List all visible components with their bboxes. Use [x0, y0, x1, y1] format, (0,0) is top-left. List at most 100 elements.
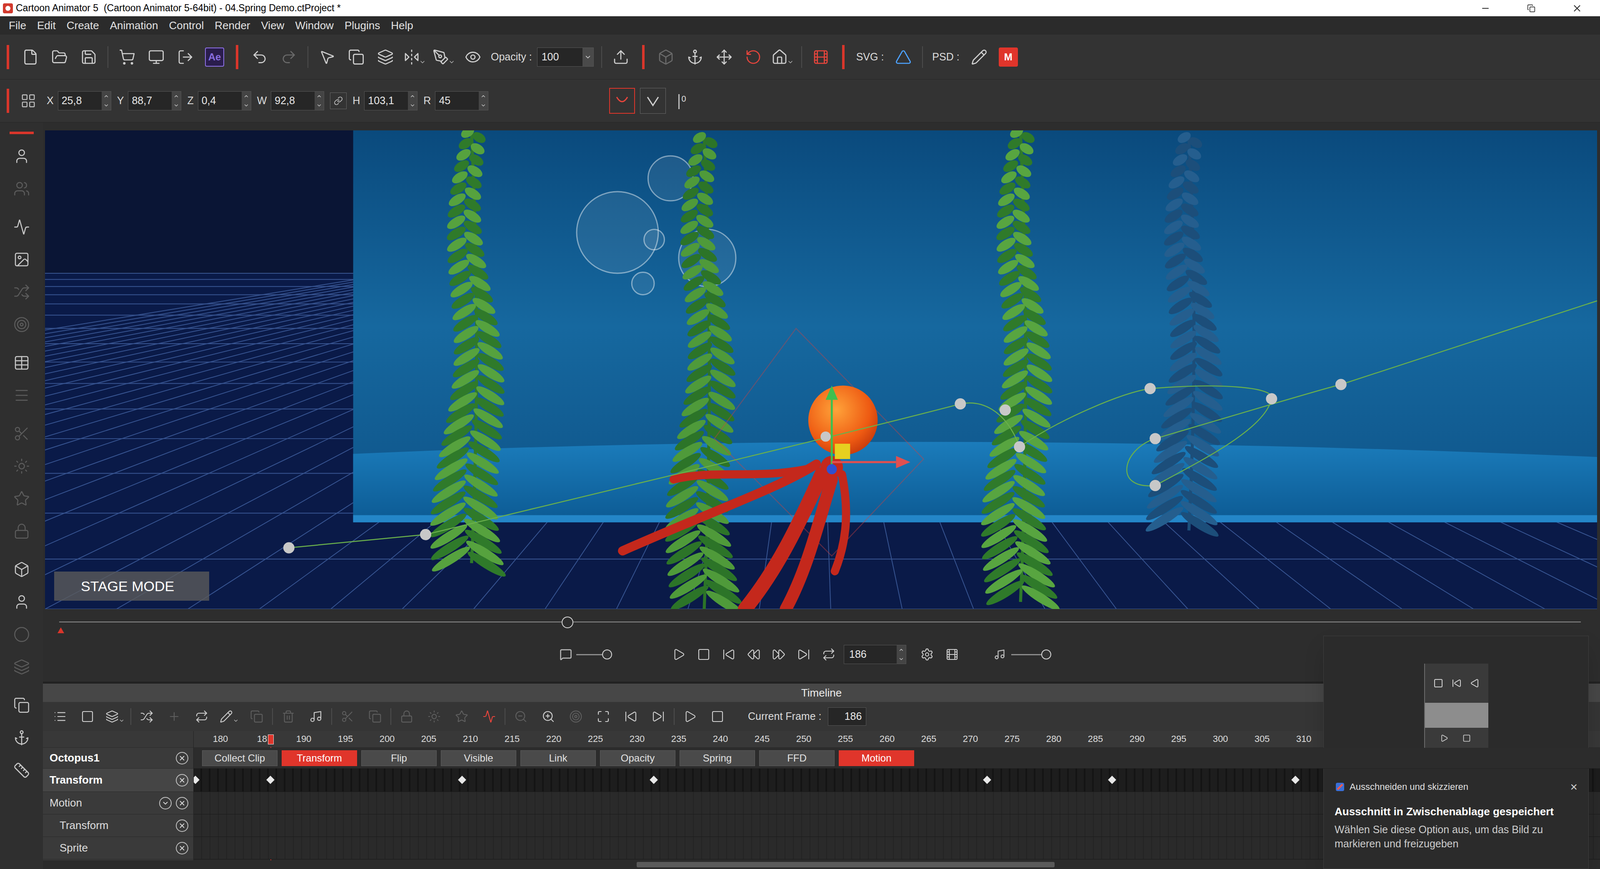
spinner[interactable]: [314, 91, 324, 110]
toolbar-button[interactable]: [964, 40, 994, 74]
menu-item[interactable]: View: [255, 17, 290, 34]
toolbar-button[interactable]: [400, 40, 430, 74]
timeline-tool-button[interactable]: [46, 704, 74, 730]
toolbar-button[interactable]: [15, 40, 45, 74]
transform-field[interactable]: W92,8: [257, 91, 325, 111]
left-tool-button[interactable]: [5, 417, 38, 450]
track-label[interactable]: Transform: [42, 814, 194, 838]
scrub-bar[interactable]: [42, 609, 1600, 636]
left-tool-button[interactable]: [5, 275, 38, 309]
scrub-knob[interactable]: [561, 616, 574, 629]
left-tool-button[interactable]: [5, 515, 38, 548]
timeline-tool-button[interactable]: [534, 704, 563, 730]
playback-button[interactable]: [791, 642, 817, 668]
keyframe[interactable]: [649, 775, 658, 785]
timeline-tool-button[interactable]: [617, 704, 645, 730]
toolbar-button[interactable]: [245, 40, 275, 74]
spinner[interactable]: [171, 91, 181, 110]
timeline-tool-button[interactable]: [132, 704, 161, 730]
timeline-tool-button[interactable]: [242, 704, 271, 730]
playback-button[interactable]: [666, 642, 692, 668]
transform-field[interactable]: X25,8: [46, 91, 112, 111]
ease-out-button[interactable]: [640, 87, 666, 114]
track-button[interactable]: [175, 752, 189, 765]
toolbar-button[interactable]: [170, 40, 200, 74]
stage-canvas[interactable]: [45, 130, 1598, 610]
playback-button[interactable]: [691, 642, 717, 668]
left-tool-button[interactable]: [5, 140, 38, 173]
octopus[interactable]: [622, 385, 878, 610]
left-tool-button[interactable]: [5, 585, 38, 619]
timeline-tool-button[interactable]: [333, 704, 362, 730]
snip-thumbnail[interactable]: [1424, 663, 1489, 749]
left-tool-button[interactable]: [5, 243, 38, 276]
track-label[interactable]: Motion: [42, 792, 194, 815]
spinner[interactable]: [478, 91, 488, 110]
spinner[interactable]: [241, 91, 251, 110]
timeline-tool-button[interactable]: [215, 704, 243, 730]
keyframe[interactable]: [1291, 775, 1300, 785]
timeline-tool-button[interactable]: [703, 704, 732, 730]
keyframe[interactable]: [193, 775, 200, 785]
transform-gizmo[interactable]: [820, 385, 911, 475]
toolbar-button[interactable]: [370, 40, 400, 74]
playhead-marker[interactable]: [267, 734, 274, 745]
track-label[interactable]: Sprite: [42, 837, 194, 860]
transform-field[interactable]: H103,1: [352, 91, 418, 111]
left-tool-button[interactable]: [5, 210, 38, 244]
plugin-badge[interactable]: Ae: [200, 47, 230, 67]
menu-item[interactable]: Plugins: [339, 17, 386, 34]
toolbar-button[interactable]: [429, 40, 459, 74]
left-tool-button[interactable]: [5, 308, 38, 341]
spinner[interactable]: [896, 645, 906, 664]
toolbar-button[interactable]: [112, 40, 142, 74]
keyframe[interactable]: [457, 775, 467, 785]
toolbar-button[interactable]: [680, 40, 710, 74]
timeline-tool-button[interactable]: [507, 704, 535, 730]
ease-in-button[interactable]: [609, 87, 635, 114]
clip-button[interactable]: Spring: [679, 750, 755, 767]
track-label[interactable]: Transform: [42, 768, 194, 793]
playback-button[interactable]: [741, 642, 767, 668]
playback-button[interactable]: [766, 642, 792, 668]
scrollbar-thumb[interactable]: [636, 862, 1055, 868]
track-button[interactable]: [175, 819, 189, 833]
menu-item[interactable]: Help: [385, 17, 419, 34]
timeline-tool-button[interactable]: [676, 704, 704, 730]
clip-button[interactable]: Link: [520, 750, 596, 767]
transform-field[interactable]: Z0,4: [187, 91, 251, 111]
left-tool-button[interactable]: [5, 689, 38, 722]
track-button[interactable]: [175, 774, 189, 787]
motion-path[interactable]: [283, 300, 1598, 554]
minimize-button[interactable]: [1462, 0, 1509, 17]
menu-item[interactable]: Create: [61, 17, 105, 34]
offset-button[interactable]: 0: [678, 92, 686, 110]
timeline-tool-button[interactable]: [361, 704, 389, 730]
clip-button[interactable]: Opacity: [600, 750, 676, 767]
left-tool-button[interactable]: [5, 553, 38, 586]
slider[interactable]: [576, 648, 613, 661]
toolbar-button[interactable]: [606, 40, 636, 74]
toolbar-button[interactable]: [767, 40, 798, 74]
timeline-tool-button[interactable]: [475, 704, 503, 730]
left-tool-button[interactable]: [5, 346, 38, 380]
timeline-tool-button[interactable]: [589, 704, 618, 730]
toolbar-button[interactable]: [74, 40, 104, 74]
track-button[interactable]: [175, 797, 189, 810]
transform-field[interactable]: R45: [423, 91, 489, 111]
timeline-tool-button[interactable]: [302, 704, 330, 730]
left-tool-button[interactable]: [5, 450, 38, 483]
plugin-badge[interactable]: M: [993, 47, 1023, 67]
grid-button[interactable]: [15, 92, 41, 109]
keyframe[interactable]: [982, 775, 992, 785]
opacity-field[interactable]: Opacity :100: [490, 47, 594, 67]
toolbar-button[interactable]: [312, 40, 342, 74]
clip-button[interactable]: Motion: [838, 750, 915, 767]
toolbar-button[interactable]: [458, 40, 488, 74]
spinner[interactable]: [101, 91, 111, 110]
restore-button[interactable]: [1508, 0, 1555, 17]
current-frame-field[interactable]: 186: [827, 707, 867, 726]
menu-item[interactable]: File: [3, 17, 32, 34]
timeline-tool-button[interactable]: [101, 704, 129, 730]
timeline-tool-button[interactable]: [73, 704, 102, 730]
